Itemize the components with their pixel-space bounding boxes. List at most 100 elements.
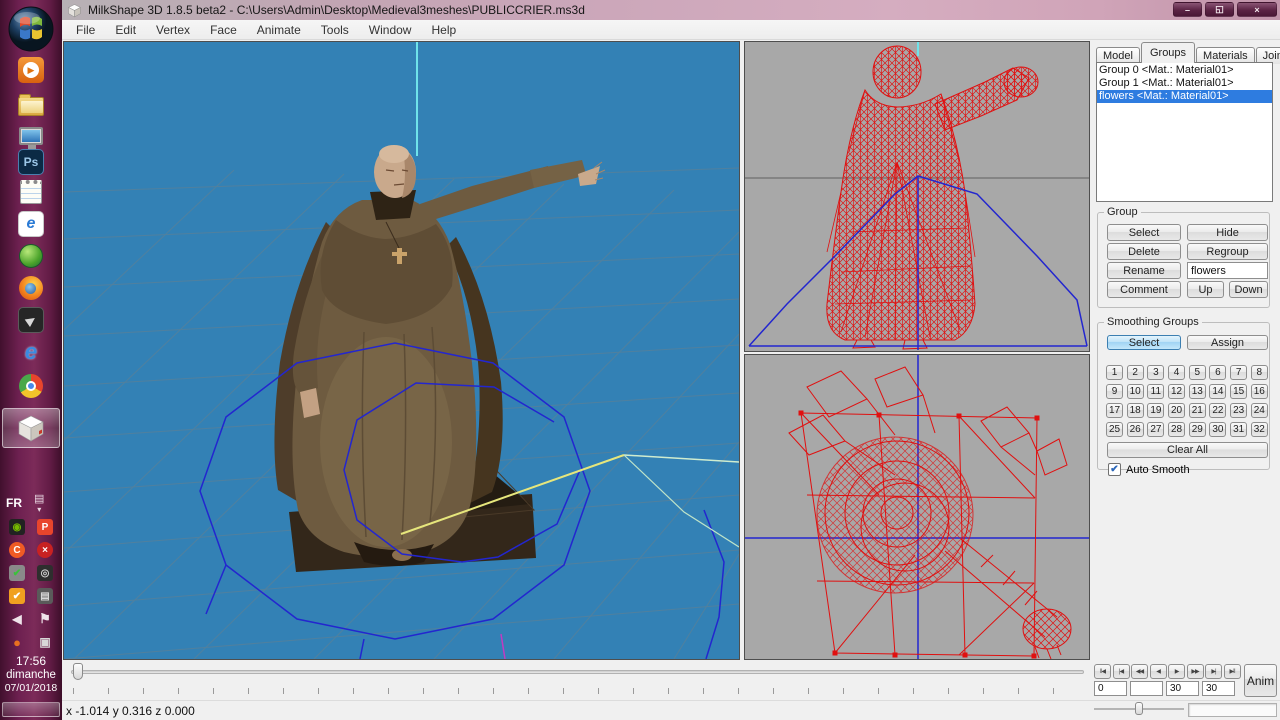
first-frame-button[interactable]: ‖◀ — [1094, 664, 1111, 679]
list-item-selected[interactable]: flowers <Mat.: Material01> — [1097, 90, 1272, 103]
smooth-11[interactable]: 11 — [1147, 384, 1164, 399]
globe-app-launcher[interactable] — [17, 242, 45, 270]
group-select-button[interactable]: Select — [1107, 224, 1181, 241]
computer-launcher[interactable] — [17, 122, 45, 150]
photoshop-launcher[interactable]: Ps — [17, 148, 45, 176]
update-tray-icon[interactable]: ● — [9, 634, 25, 650]
tab-groups[interactable]: Groups — [1141, 42, 1195, 63]
groups-listbox[interactable]: Group 0 <Mat.: Material01> Group 1 <Mat.… — [1096, 62, 1273, 202]
nvidia-tray-icon[interactable]: ◉ — [9, 519, 25, 535]
smooth-15[interactable]: 15 — [1230, 384, 1247, 399]
smooth-20[interactable]: 20 — [1168, 403, 1185, 418]
mini-slider-thumb[interactable] — [1135, 702, 1143, 715]
menu-tools[interactable]: Tools — [311, 21, 359, 39]
chrome-launcher[interactable] — [17, 372, 45, 400]
smoothing-assign-button[interactable]: Assign — [1187, 335, 1268, 350]
smooth-32[interactable]: 32 — [1251, 422, 1268, 437]
frame-end-field[interactable] — [1166, 681, 1199, 696]
notepad-launcher[interactable] — [17, 178, 45, 206]
smooth-7[interactable]: 7 — [1230, 365, 1247, 380]
antivirus-tray-icon[interactable]: ✔ — [9, 588, 25, 604]
frame-start-field[interactable] — [1094, 681, 1127, 696]
smooth-29[interactable]: 29 — [1189, 422, 1206, 437]
restore-button[interactable]: ◱ — [1205, 2, 1234, 17]
smooth-10[interactable]: 10 — [1127, 384, 1144, 399]
safely-remove-tray-icon[interactable]: ✔ — [9, 565, 25, 581]
smooth-14[interactable]: 14 — [1209, 384, 1226, 399]
smooth-3[interactable]: 3 — [1147, 365, 1164, 380]
smooth-27[interactable]: 27 — [1147, 422, 1164, 437]
network-tray-icon[interactable]: ▣ — [37, 634, 53, 650]
smooth-17[interactable]: 17 — [1106, 403, 1123, 418]
clear-all-button[interactable]: Clear All — [1107, 442, 1268, 458]
smooth-21[interactable]: 21 — [1189, 403, 1206, 418]
action-center-flag-icon[interactable]: ⚑ — [37, 611, 53, 627]
menu-window[interactable]: Window — [359, 21, 422, 39]
fast-forward-button[interactable]: ▶▶ — [1187, 664, 1204, 679]
group-delete-button[interactable]: Delete — [1107, 243, 1181, 260]
smooth-25[interactable]: 25 — [1106, 422, 1123, 437]
smooth-12[interactable]: 12 — [1168, 384, 1185, 399]
smooth-2[interactable]: 2 — [1127, 365, 1144, 380]
smooth-30[interactable]: 30 — [1209, 422, 1226, 437]
volume-tray-icon[interactable]: ◀ — [9, 611, 25, 627]
smooth-24[interactable]: 24 — [1251, 403, 1268, 418]
error-tray-icon[interactable]: × — [37, 542, 53, 558]
menu-help[interactable]: Help — [421, 21, 466, 39]
start-button[interactable] — [7, 5, 55, 53]
dark-app-launcher[interactable]: ▶ — [17, 306, 45, 334]
taskbar-clock[interactable]: 17:56 dimanche 07/01/2018 — [0, 655, 62, 696]
milkshape-taskbar-button[interactable] — [2, 408, 60, 448]
smooth-13[interactable]: 13 — [1189, 384, 1206, 399]
timeline-thumb[interactable] — [73, 663, 83, 680]
smooth-26[interactable]: 26 — [1127, 422, 1144, 437]
menu-animate[interactable]: Animate — [247, 21, 311, 39]
smooth-28[interactable]: 28 — [1168, 422, 1185, 437]
keyboard-layout-icon[interactable]: ▤ ▾ — [34, 494, 44, 515]
smooth-6[interactable]: 6 — [1209, 365, 1226, 380]
smooth-1[interactable]: 1 — [1106, 365, 1123, 380]
minimize-button[interactable]: – — [1173, 2, 1202, 17]
prev-key-button[interactable]: |◀ — [1113, 664, 1130, 679]
menu-edit[interactable]: Edit — [105, 21, 146, 39]
firefox-launcher[interactable] — [17, 274, 45, 302]
group-comment-button[interactable]: Comment — [1107, 281, 1181, 298]
smooth-16[interactable]: 16 — [1251, 384, 1268, 399]
front-viewport[interactable] — [744, 41, 1090, 352]
ie-classic-launcher[interactable]: e — [17, 338, 45, 366]
smooth-8[interactable]: 8 — [1251, 365, 1268, 380]
group-regroup-button[interactable]: Regroup — [1187, 243, 1268, 260]
perspective-viewport[interactable] — [63, 41, 740, 660]
smooth-23[interactable]: 23 — [1230, 403, 1247, 418]
group-up-button[interactable]: Up — [1187, 281, 1224, 298]
title-bar[interactable]: MilkShape 3D 1.8.5 beta2 - C:\Users\Admi… — [62, 0, 1280, 20]
ie-launcher[interactable]: e — [17, 210, 45, 238]
smooth-22[interactable]: 22 — [1209, 403, 1226, 418]
group-down-button[interactable]: Down — [1229, 281, 1268, 298]
auto-smooth-checkbox[interactable]: ✔ — [1108, 463, 1121, 476]
satellite-tray-icon[interactable]: ◎ — [37, 565, 53, 581]
next-key-button[interactable]: ▶| — [1205, 664, 1222, 679]
console-tray-icon[interactable]: ▤ — [37, 588, 53, 604]
smooth-5[interactable]: 5 — [1189, 365, 1206, 380]
smoothing-select-button[interactable]: Select — [1107, 335, 1181, 350]
menu-face[interactable]: Face — [200, 21, 247, 39]
show-desktop-button[interactable] — [2, 702, 60, 717]
language-indicator[interactable]: FR — [6, 496, 22, 510]
anim-toggle-button[interactable]: Anim — [1244, 664, 1277, 697]
explorer-launcher[interactable] — [17, 90, 45, 118]
timeline-track[interactable] — [71, 670, 1084, 674]
top-viewport[interactable] — [744, 354, 1090, 660]
list-item[interactable]: Group 1 <Mat.: Material01> — [1097, 77, 1272, 90]
smooth-18[interactable]: 18 — [1127, 403, 1144, 418]
step-back-button[interactable]: ◀ — [1150, 664, 1167, 679]
smooth-4[interactable]: 4 — [1168, 365, 1185, 380]
close-button[interactable]: × — [1237, 2, 1277, 17]
keyframe-timeline[interactable] — [63, 661, 1090, 700]
smooth-9[interactable]: 9 — [1106, 384, 1123, 399]
media-player-launcher[interactable]: ▶ — [17, 56, 45, 84]
group-hide-button[interactable]: Hide — [1187, 224, 1268, 241]
last-frame-button[interactable]: ▶‖ — [1224, 664, 1241, 679]
play-button[interactable]: ▶ — [1168, 664, 1185, 679]
menu-file[interactable]: File — [66, 21, 105, 39]
